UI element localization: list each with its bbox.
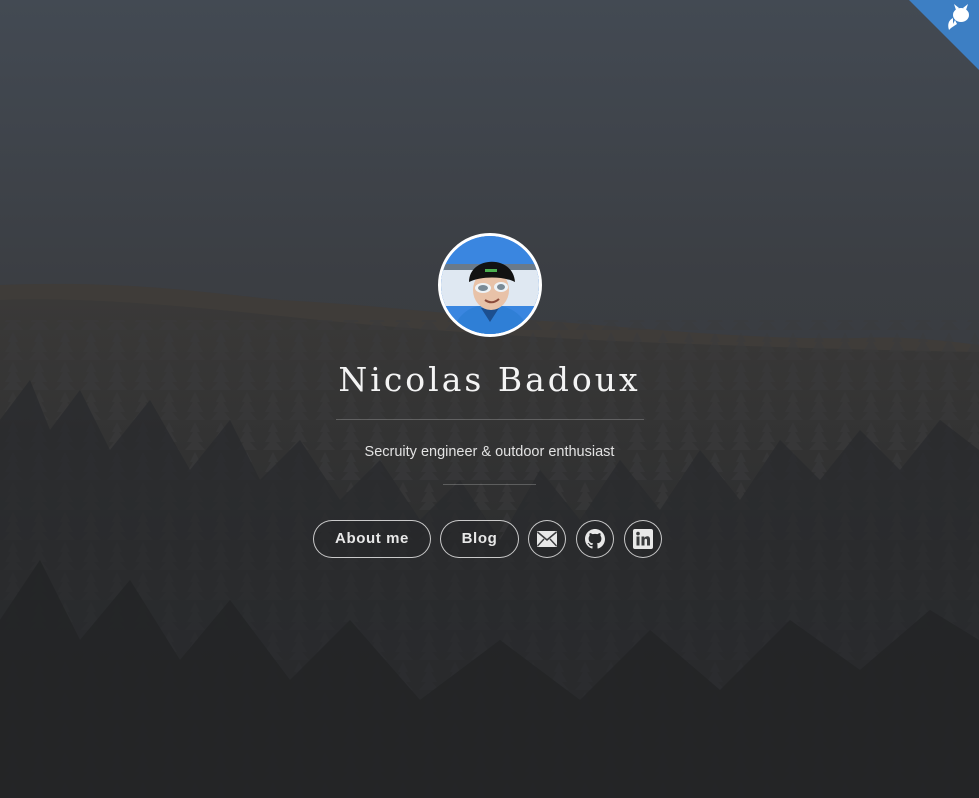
avatar [438,233,542,337]
email-button[interactable] [528,520,566,558]
github-icon [585,529,605,549]
tagline-divider [443,484,536,485]
github-corner-link[interactable] [909,0,979,70]
envelope-icon [537,531,557,547]
landing-page: Nicolas Badoux Secruity engineer & outdo… [0,0,979,798]
blog-button[interactable]: Blog [440,520,519,558]
title-divider [336,419,644,420]
page-title: Nicolas Badoux [338,360,641,399]
octocat-icon [909,0,979,70]
about-me-button[interactable]: About me [313,520,431,558]
github-button[interactable] [576,520,614,558]
linkedin-icon [633,529,653,549]
linkedin-button[interactable] [624,520,662,558]
tagline: Secruity engineer & outdoor enthusiast [364,444,615,460]
